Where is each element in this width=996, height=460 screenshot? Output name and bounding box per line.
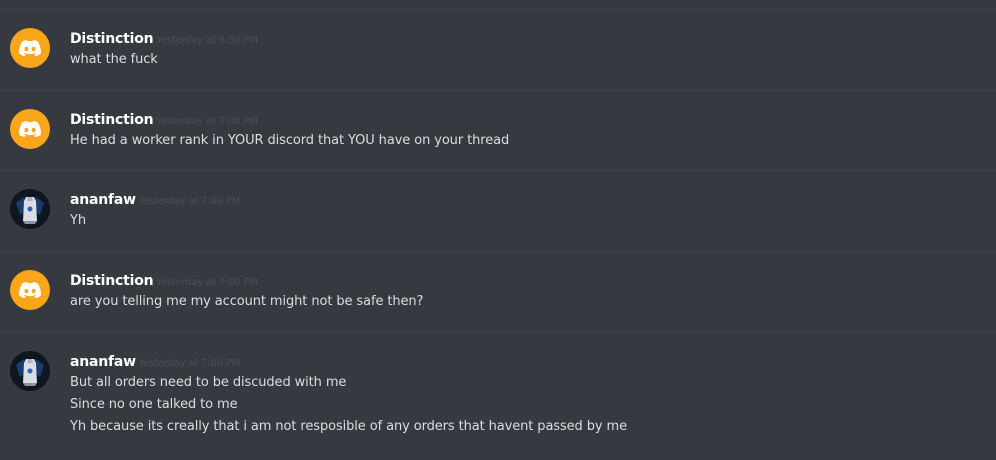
message-header: ananfaw Yesterday at 7:00 PM (70, 351, 240, 371)
message-divider (0, 251, 996, 252)
chat-message-list: Distinction Yesterday at 6:59 PM what the… (0, 0, 996, 460)
timestamp: Yesterday at 7:00 PM (138, 358, 241, 369)
message-text: He had a worker rank in YOUR discord tha… (70, 133, 510, 148)
message-divider (0, 170, 996, 171)
message-text: But all orders need to be discuded with … (70, 375, 347, 390)
message-header: Distinction Yesterday at 6:59 PM (70, 28, 258, 48)
message-header: Distinction Yesterday at 7:00 PM (70, 109, 258, 129)
timestamp: Yesterday at 6:59 PM (156, 35, 258, 46)
username[interactable]: Distinction (70, 112, 154, 128)
username[interactable]: ananfaw (70, 354, 136, 370)
timestamp: Yesterday at 7:00 PM (138, 196, 241, 207)
username[interactable]: ananfaw (70, 192, 136, 208)
username[interactable]: Distinction (70, 273, 154, 289)
message-text: what the fuck (70, 52, 158, 67)
timestamp: Yesterday at 7:00 PM (156, 277, 258, 288)
message-divider (0, 332, 996, 333)
discord-logo-icon[interactable] (10, 270, 50, 310)
discord-logo-icon[interactable] (10, 109, 50, 149)
message-divider (0, 9, 996, 10)
message-text: are you telling me my account might not … (70, 294, 424, 309)
timestamp: Yesterday at 7:00 PM (156, 116, 258, 127)
username[interactable]: Distinction (70, 31, 154, 47)
message-header: Distinction Yesterday at 7:00 PM (70, 270, 258, 290)
message-text: Since no one talked to me (70, 397, 238, 412)
message-divider (0, 90, 996, 91)
cape-avatar-icon[interactable] (10, 189, 50, 229)
message-text: Yh because its creally that i am not res… (70, 419, 627, 434)
message-text: Yh (70, 213, 86, 228)
message-header: ananfaw Yesterday at 7:00 PM (70, 189, 240, 209)
discord-logo-icon[interactable] (10, 28, 50, 68)
cape-avatar-icon[interactable] (10, 351, 50, 391)
